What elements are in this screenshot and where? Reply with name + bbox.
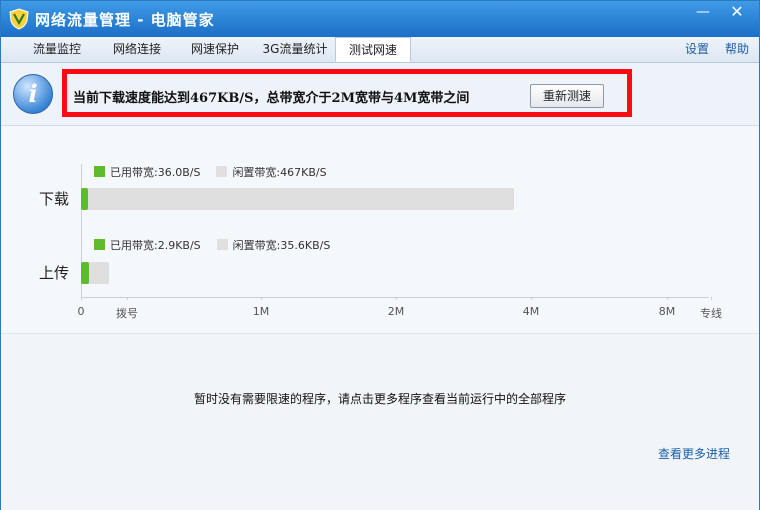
shield-logo-icon — [9, 8, 29, 30]
axis-tick-label: 0 — [77, 305, 85, 318]
tab-bar: 流量监控 网络连接 网速保护 3G流量统计 测试网速 设置 帮助 — [1, 37, 759, 63]
idle-bandwidth-label: 闲置带宽:35.6KB/S — [232, 239, 331, 252]
idle-swatch — [216, 239, 228, 250]
axis-tick-label: 2M — [387, 305, 405, 318]
title-bar: 网络流量管理 - 电脑管家 — ✕ — [1, 1, 759, 37]
chart-horizontal-axis — [81, 297, 709, 298]
axis-tick-mark — [531, 297, 532, 300]
axis-tick-label: 1M — [252, 305, 270, 318]
row-label-1: 上传 — [39, 264, 70, 282]
axis-tick-label: 4M — [522, 305, 540, 318]
tab-traffic-monitor[interactable]: 流量监控 — [19, 37, 95, 62]
legend-row-1: 已用带宽:2.9KB/S 闲置带宽:35.6KB/S — [94, 237, 330, 253]
speed-result-text: 当前下载速度能达到467KB/S，总带宽介于2M宽带与4M宽带之间 — [73, 91, 470, 106]
axis-tick-mark — [127, 297, 128, 300]
window-title: 网络流量管理 - 电脑管家 — [35, 11, 215, 29]
axis-tick-mark — [396, 297, 397, 300]
tab-network-connections[interactable]: 网络连接 — [99, 37, 175, 62]
axis-tick-mark — [711, 297, 712, 300]
tab-3g-stats[interactable]: 3G流量统计 — [255, 37, 335, 62]
bandwidth-chart: 已用带宽:36.0B/S 闲置带宽:467KB/S 下载已用带宽:2.9KB/S 闲置… — [1, 126, 759, 331]
info-icon: i — [13, 74, 53, 114]
axis-tick-mark — [261, 297, 262, 300]
close-button[interactable]: ✕ — [721, 1, 753, 25]
legend-row-0: 已用带宽:36.0B/S 闲置带宽:467KB/S — [94, 164, 327, 180]
help-link[interactable]: 帮助 — [725, 37, 749, 62]
row-label-0: 下载 — [39, 190, 70, 208]
idle-bandwidth-label: 闲置带宽:467KB/S — [232, 166, 327, 179]
used-bar-0 — [81, 188, 88, 210]
axis-tick-mark — [667, 297, 668, 300]
axis-tick-label: 8M — [658, 305, 676, 318]
used-bandwidth-label: 已用带宽:2.9KB/S — [110, 239, 201, 252]
settings-link[interactable]: 设置 — [685, 37, 709, 62]
more-processes-link[interactable]: 查看更多进程 — [658, 445, 730, 462]
minimize-button[interactable]: — — [687, 1, 719, 25]
axis-tick-mark — [81, 297, 82, 300]
idle-bar-0 — [81, 188, 514, 210]
retest-button[interactable]: 重新测速 — [530, 84, 604, 108]
idle-swatch — [216, 166, 228, 177]
axis-tick-label: 专线 — [700, 307, 722, 320]
used-swatch — [94, 166, 105, 177]
app-window: 网络流量管理 - 电脑管家 — ✕ 流量监控 网络连接 网速保护 3G流量统计 … — [0, 0, 760, 510]
tab-speed-protection[interactable]: 网速保护 — [177, 37, 253, 62]
process-panel: 暂时没有需要限速的程序，请点击更多程序查看当前运行中的全部程序 查看更多进程 — [1, 333, 759, 510]
used-swatch — [94, 239, 105, 250]
empty-process-message: 暂时没有需要限速的程序，请点击更多程序查看当前运行中的全部程序 — [193, 392, 566, 406]
used-bar-1 — [81, 262, 89, 284]
used-bandwidth-label: 已用带宽:36.0B/S — [110, 166, 201, 179]
tab-speed-test[interactable]: 测试网速 — [335, 37, 411, 62]
idle-bar-1 — [81, 262, 109, 284]
result-bar: i 当前下载速度能达到467KB/S，总带宽介于2M宽带与4M宽带之间 重新测速 — [1, 63, 759, 126]
axis-tick-label: 拨号 — [116, 307, 138, 320]
